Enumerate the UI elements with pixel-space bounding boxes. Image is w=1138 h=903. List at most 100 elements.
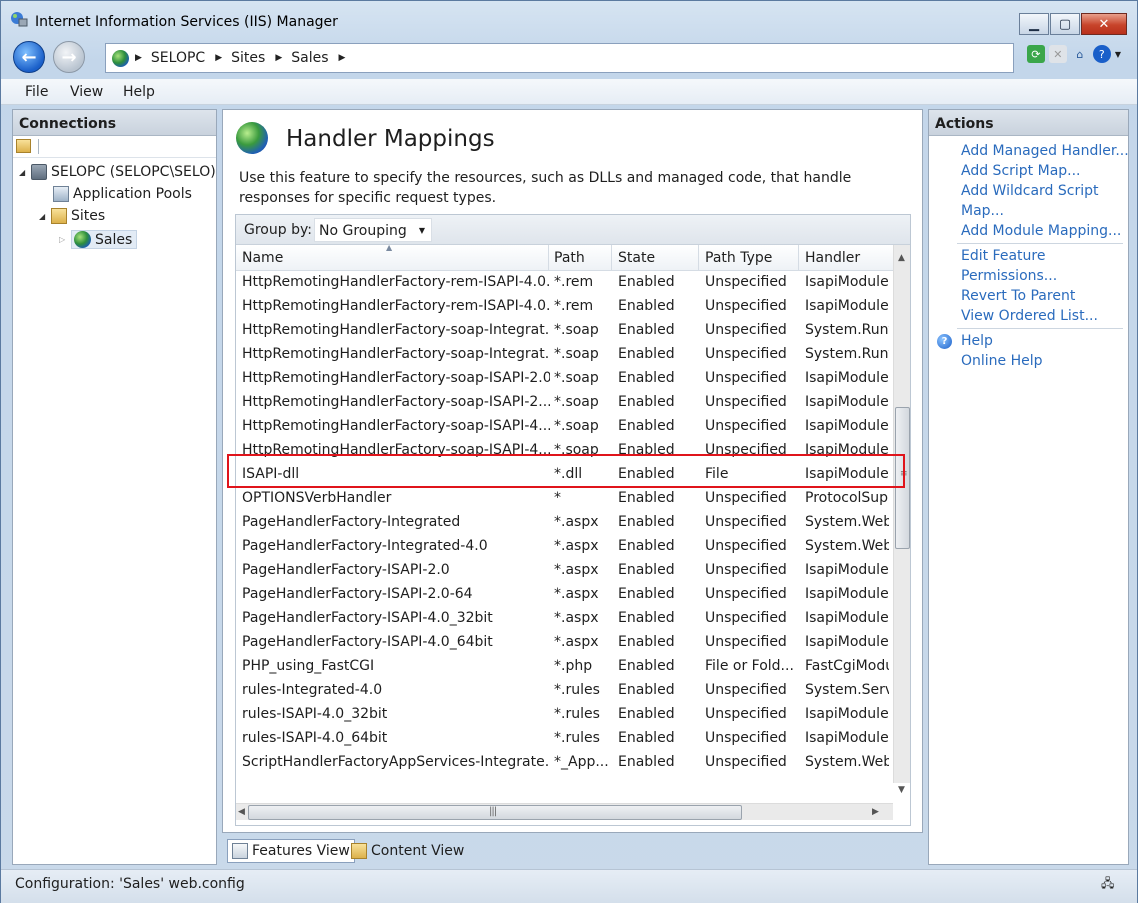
- collapse-icon[interactable]: ◢: [19, 168, 31, 177]
- breadcrumb-sales[interactable]: Sales: [291, 50, 328, 66]
- cell-name: OPTIONSVerbHandler: [242, 490, 392, 506]
- tab-features-view[interactable]: Features View: [227, 839, 355, 863]
- tab-content-view[interactable]: Content View: [347, 839, 468, 863]
- table-row[interactable]: PageHandlerFactory-Integrated-4.0 *.aspx E…: [236, 535, 893, 559]
- menu-help[interactable]: Help: [123, 84, 155, 100]
- column-header-state[interactable]: State: [618, 250, 655, 266]
- tree-node-sites[interactable]: ◢ Sites: [39, 208, 105, 224]
- refresh-icon[interactable]: ⟳: [1026, 45, 1045, 63]
- breadcrumb-separator-icon: ▶: [135, 53, 142, 63]
- cell-name: HttpRemotingHandlerFactory-soap-ISAPI-2.…: [242, 370, 550, 386]
- table-row[interactable]: ISAPI-dll *.dll Enabled File IsapiModule: [236, 463, 893, 487]
- home-icon[interactable]: ⌂: [1071, 45, 1089, 63]
- table-row[interactable]: PageHandlerFactory-ISAPI-2.0 *.aspx Enable…: [236, 559, 893, 583]
- view-tabs: Features View Content View: [222, 835, 923, 865]
- action-edit-feature-permissions-cont[interactable]: Permissions...: [961, 268, 1057, 284]
- action-add-script-map[interactable]: Add Script Map...: [961, 163, 1081, 179]
- action-online-help[interactable]: Online Help: [961, 353, 1043, 369]
- action-add-wildcard-script-map-cont[interactable]: Map...: [961, 203, 1004, 219]
- close-button[interactable]: ✕: [1081, 13, 1127, 35]
- cell-name: PageHandlerFactory-ISAPI-4.0_64bit: [242, 634, 493, 650]
- table-row[interactable]: OPTIONSVerbHandler * Enabled Unspecified Pro…: [236, 487, 893, 511]
- expand-icon[interactable]: ▷: [59, 235, 71, 244]
- cell-path: *.soap: [554, 322, 599, 338]
- scroll-left-icon[interactable]: ◀: [238, 807, 245, 817]
- column-header-path[interactable]: Path: [554, 250, 585, 266]
- new-connection-icon[interactable]: [16, 139, 31, 153]
- column-header-name[interactable]: Name: [242, 250, 283, 266]
- horizontal-scrollbar[interactable]: ◀ ||| ▶: [236, 803, 893, 820]
- table-row[interactable]: rules-Integrated-4.0 *.rules Enabled Unspec…: [236, 679, 893, 703]
- column-header-path-type[interactable]: Path Type: [705, 250, 772, 266]
- cell-path-type: Unspecified: [705, 538, 787, 554]
- action-edit-feature-permissions[interactable]: Edit Feature: [961, 248, 1045, 264]
- column-divider[interactable]: [548, 245, 549, 271]
- cell-state: Enabled: [618, 682, 675, 698]
- cell-path: *_App...: [554, 754, 609, 770]
- cell-handler: IsapiModule: [805, 370, 889, 386]
- table-row[interactable]: HttpRemotingHandlerFactory-rem-ISAPI-4.0…: [236, 271, 893, 295]
- help-icon[interactable]: ?: [1092, 45, 1111, 63]
- maximize-button[interactable]: ▢: [1050, 13, 1080, 35]
- tree-node-sales-selected[interactable]: Sales: [71, 230, 138, 249]
- cell-state: Enabled: [618, 418, 675, 434]
- actions-header: Actions: [929, 110, 1128, 136]
- breadcrumb-server[interactable]: SELOPC: [151, 50, 205, 66]
- tree-node-sales[interactable]: ▷ Sales: [59, 230, 138, 249]
- action-add-module-mapping[interactable]: Add Module Mapping...: [961, 223, 1121, 239]
- cell-path-type: Unspecified: [705, 634, 787, 650]
- table-row[interactable]: PageHandlerFactory-ISAPI-4.0_32bit *.aspx…: [236, 607, 893, 631]
- table-row[interactable]: PageHandlerFactory-Integrated *.aspx Enabl…: [236, 511, 893, 535]
- cell-path-type: Unspecified: [705, 370, 787, 386]
- address-bar[interactable]: ▶ SELOPC ▶ Sites ▶ Sales ▶: [105, 43, 1014, 73]
- breadcrumb-sites[interactable]: Sites: [231, 50, 265, 66]
- action-help[interactable]: Help: [961, 333, 993, 349]
- menu-file[interactable]: File: [25, 84, 48, 100]
- table-row[interactable]: rules-ISAPI-4.0_32bit *.rules Enabled Unspe…: [236, 703, 893, 727]
- column-divider[interactable]: [798, 245, 799, 271]
- group-by-select[interactable]: No Grouping ▼: [314, 218, 432, 242]
- forward-button[interactable]: →: [53, 41, 85, 73]
- table-row[interactable]: HttpRemotingHandlerFactory-soap-ISAPI-4.…: [236, 415, 893, 439]
- minimize-button[interactable]: ▁: [1019, 13, 1049, 35]
- horizontal-scroll-thumb[interactable]: |||: [248, 805, 742, 820]
- scroll-right-icon[interactable]: ▶: [872, 807, 879, 817]
- tree-node-app-pools[interactable]: Application Pools: [53, 186, 192, 202]
- tree-node-server[interactable]: ◢ SELOPC (SELOPC\SELO): [19, 164, 216, 180]
- vertical-scrollbar[interactable]: ▲ ≡ ▼: [893, 245, 910, 795]
- action-add-managed-handler[interactable]: Add Managed Handler...: [961, 143, 1129, 159]
- cell-handler: System.Runti: [805, 346, 889, 362]
- action-revert-to-parent[interactable]: Revert To Parent: [961, 288, 1075, 304]
- table-row[interactable]: HttpRemotingHandlerFactory-soap-ISAPI-2.…: [236, 391, 893, 415]
- cell-path: *.soap: [554, 442, 599, 458]
- table-row[interactable]: HttpRemotingHandlerFactory-soap-ISAPI-2.…: [236, 367, 893, 391]
- table-row[interactable]: HttpRemotingHandlerFactory-soap-Integrat…: [236, 319, 893, 343]
- cell-state: Enabled: [618, 370, 675, 386]
- table-header: ▲ Name Path State Path Type Handler: [236, 243, 893, 271]
- action-add-wildcard-script-map[interactable]: Add Wildcard Script: [961, 183, 1098, 199]
- table-row[interactable]: rules-ISAPI-4.0_64bit *.rules Enabled Unspe…: [236, 727, 893, 751]
- vertical-scroll-thumb[interactable]: ≡: [895, 407, 910, 549]
- table-row[interactable]: HttpRemotingHandlerFactory-soap-ISAPI-4.…: [236, 439, 893, 463]
- action-view-ordered-list[interactable]: View Ordered List...: [961, 308, 1098, 324]
- table-row[interactable]: HttpRemotingHandlerFactory-rem-ISAPI-4.0…: [236, 295, 893, 319]
- table-row[interactable]: ScriptHandlerFactoryAppServices-Integrat…: [236, 751, 893, 775]
- back-button[interactable]: ←: [13, 41, 45, 73]
- scroll-up-icon[interactable]: ▲: [898, 253, 905, 263]
- stop-icon[interactable]: ✕: [1048, 45, 1067, 63]
- help-dropdown-icon[interactable]: ▼: [1115, 50, 1121, 59]
- cell-handler: System.Web.: [805, 514, 889, 530]
- table-row[interactable]: HttpRemotingHandlerFactory-soap-Integrat…: [236, 343, 893, 367]
- table-row[interactable]: PageHandlerFactory-ISAPI-4.0_64bit *.aspx…: [236, 631, 893, 655]
- table-row[interactable]: PageHandlerFactory-ISAPI-2.0-64 *.aspx Ena…: [236, 583, 893, 607]
- menu-view[interactable]: View: [70, 84, 103, 100]
- cell-path: *.aspx: [554, 634, 599, 650]
- column-header-handler[interactable]: Handler: [805, 250, 860, 266]
- cell-handler: System.Runti: [805, 322, 889, 338]
- column-divider[interactable]: [698, 245, 699, 271]
- collapse-icon[interactable]: ◢: [39, 212, 51, 221]
- scroll-down-icon[interactable]: ▼: [898, 785, 905, 795]
- cell-path: *.rules: [554, 706, 600, 722]
- table-row[interactable]: PHP_using_FastCGI *.php Enabled File or Fol…: [236, 655, 893, 679]
- column-divider[interactable]: [611, 245, 612, 271]
